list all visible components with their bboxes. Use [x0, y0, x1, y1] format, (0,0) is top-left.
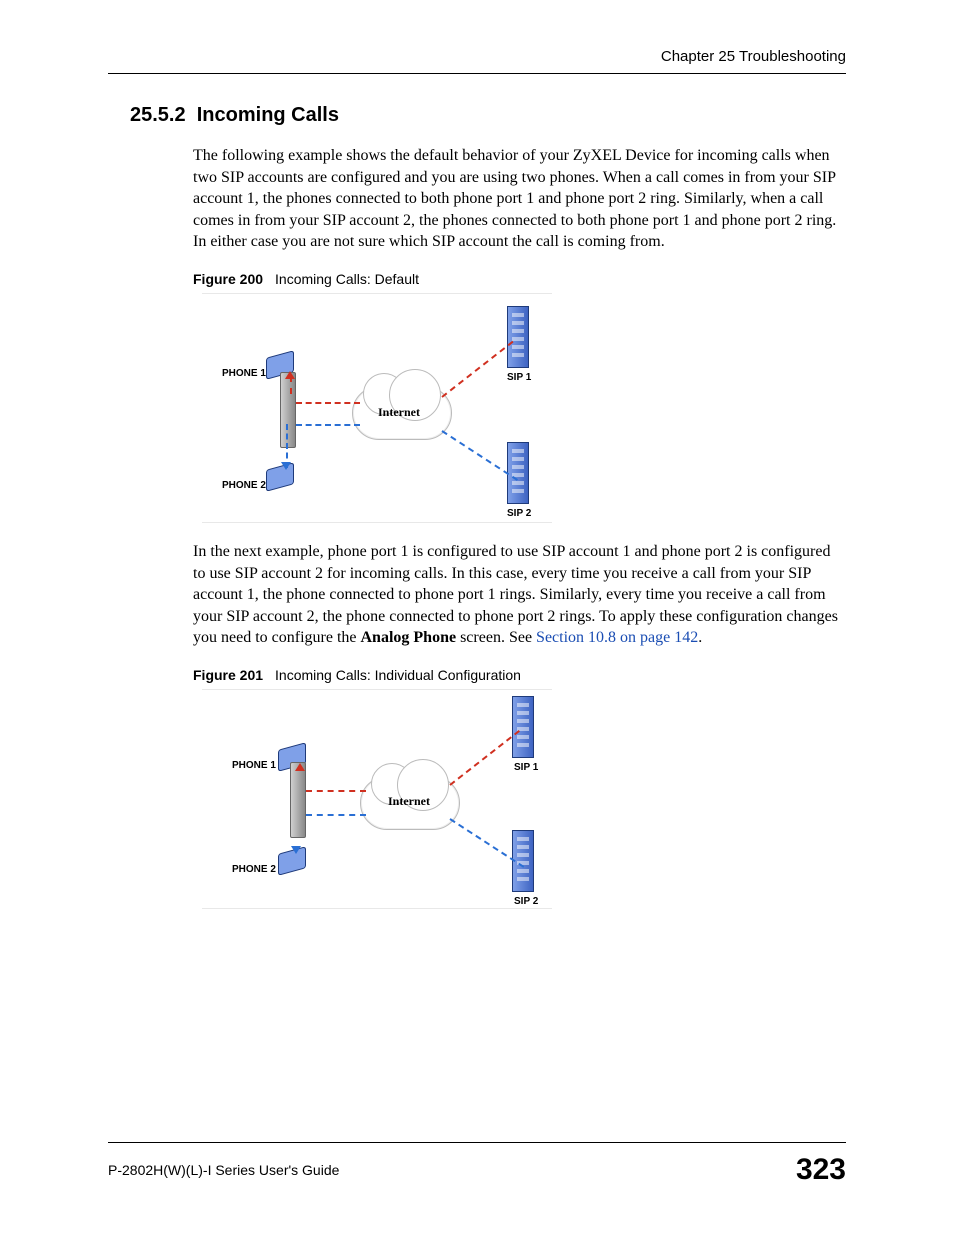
internet-label: Internet [378, 405, 420, 420]
connection-line [296, 402, 360, 404]
chapter-label: Chapter 25 Troubleshooting [661, 48, 846, 65]
connection-line [441, 341, 513, 398]
arrow-icon [281, 462, 291, 475]
arrow-icon [295, 758, 305, 771]
sip-1-label: SIP 1 [514, 762, 538, 773]
figure-2-title: Incoming Calls: Individual Configuration [275, 667, 521, 683]
phone-1-label: PHONE 1 [232, 760, 276, 771]
para2-bold: Analog Phone [361, 629, 457, 646]
connection-line [449, 730, 520, 786]
router-icon [280, 372, 296, 448]
phone-2-label: PHONE 2 [232, 864, 276, 875]
footer-guide-title: P-2802H(W)(L)-I Series User's Guide [108, 1162, 339, 1178]
figure-2-diagram: PHONE 1 PHONE 2 Internet SIP 1 SIP 2 [202, 689, 552, 909]
sip-1-server-icon [512, 696, 534, 758]
figure-1-caption: Figure 200 Incoming Calls: Default [193, 271, 846, 287]
connection-line [296, 424, 360, 426]
paragraph-2: In the next example, phone port 1 is con… [193, 541, 846, 649]
para2-text-post: . [698, 629, 702, 646]
sip-1-label: SIP 1 [507, 372, 531, 383]
figure-1-number: Figure 200 [193, 271, 263, 287]
cross-reference-link[interactable]: Section 10.8 on page 142 [536, 629, 698, 646]
figure-1-diagram: PHONE 1 PHONE 2 Internet SIP 1 SIP 2 [202, 293, 552, 523]
para2-text-mid: screen. See [456, 629, 536, 646]
phone-1-label: PHONE 1 [222, 368, 266, 379]
arrow-icon [285, 366, 295, 379]
phone-2-label: PHONE 2 [222, 480, 266, 491]
page-header: Chapter 25 Troubleshooting [108, 48, 846, 74]
section-heading: 25.5.2 Incoming Calls [130, 104, 846, 127]
sip-2-label: SIP 2 [514, 896, 538, 907]
paragraph-1: The following example shows the default … [193, 145, 846, 253]
figure-2-number: Figure 201 [193, 667, 263, 683]
connection-line [306, 790, 366, 792]
sip-1-server-icon [507, 306, 529, 368]
page-number: 323 [796, 1153, 846, 1187]
router-icon [290, 762, 306, 838]
section-title: Incoming Calls [197, 104, 339, 126]
sip-2-server-icon [507, 442, 529, 504]
figure-1-title: Incoming Calls: Default [275, 271, 419, 287]
sip-2-label: SIP 2 [507, 508, 531, 519]
section-number: 25.5.2 [130, 104, 186, 126]
connection-line [306, 814, 366, 816]
internet-label: Internet [388, 794, 430, 809]
figure-2-caption: Figure 201 Incoming Calls: Individual Con… [193, 667, 846, 683]
arrow-icon [291, 846, 301, 859]
page-footer: P-2802H(W)(L)-I Series User's Guide 323 [108, 1142, 846, 1187]
